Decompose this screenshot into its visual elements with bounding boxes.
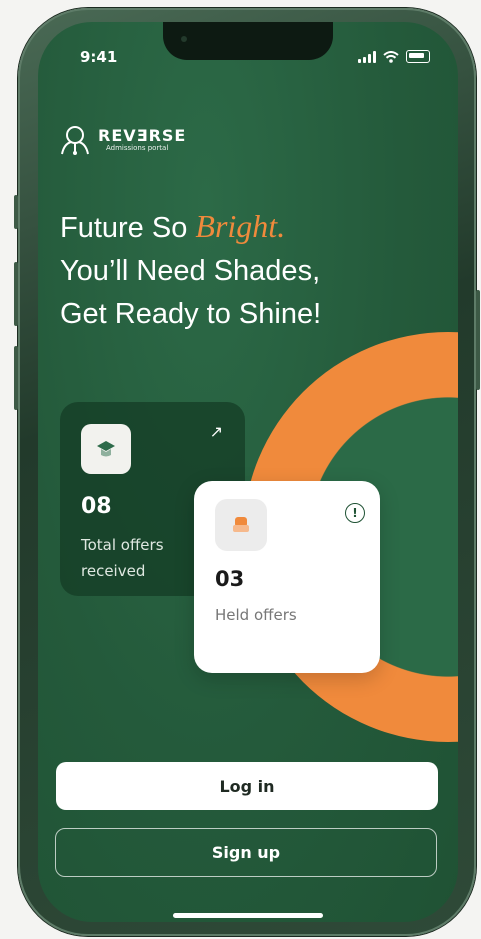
brand-tagline: Admissions portal	[106, 144, 169, 152]
info-icon[interactable]: !	[345, 503, 365, 523]
held-offers-value: 03	[215, 567, 245, 591]
headline-line2: You’ll Need Shades,	[60, 255, 321, 287]
headline-line3: Get Ready to Shine!	[60, 298, 322, 330]
total-offers-label: Total offers received	[81, 536, 164, 580]
headline-line1: Future So	[60, 212, 196, 244]
total-offers-value: 08	[81, 494, 112, 519]
login-button[interactable]: Log in	[56, 762, 438, 810]
signup-button[interactable]: Sign up	[55, 828, 437, 877]
held-offers-label: Held offers	[215, 606, 297, 624]
brand-logo: REVƎRSE Admissions portal	[58, 124, 186, 156]
battery-icon	[406, 50, 430, 63]
wifi-icon	[383, 50, 399, 63]
graduation-cap-icon	[97, 441, 115, 457]
camera-dot	[181, 36, 187, 42]
app-screen: 9:41 REVƎRSE Admissions portal Future So…	[38, 22, 458, 922]
held-offers-card[interactable]: ! 03 Held offers	[194, 481, 380, 673]
power-button	[476, 290, 480, 390]
arrow-up-right-icon[interactable]: ↗	[210, 422, 223, 441]
brand-name: REVƎRSE	[98, 126, 187, 145]
held-offers-icon-box	[215, 499, 267, 551]
volume-up-button	[14, 262, 18, 326]
headline-accent: Bright.	[195, 208, 286, 244]
status-time: 9:41	[80, 48, 118, 66]
volume-down-button	[14, 346, 18, 410]
logo-mark-icon	[61, 126, 89, 155]
total-offers-icon-box	[81, 424, 131, 474]
headline: Future So Bright. You’ll Need Shades, Ge…	[60, 205, 450, 336]
chair-icon	[233, 517, 249, 532]
notch	[163, 22, 333, 60]
mute-switch	[14, 195, 18, 229]
signal-icon	[358, 50, 376, 63]
status-icons	[358, 50, 430, 63]
home-indicator[interactable]	[173, 913, 323, 918]
